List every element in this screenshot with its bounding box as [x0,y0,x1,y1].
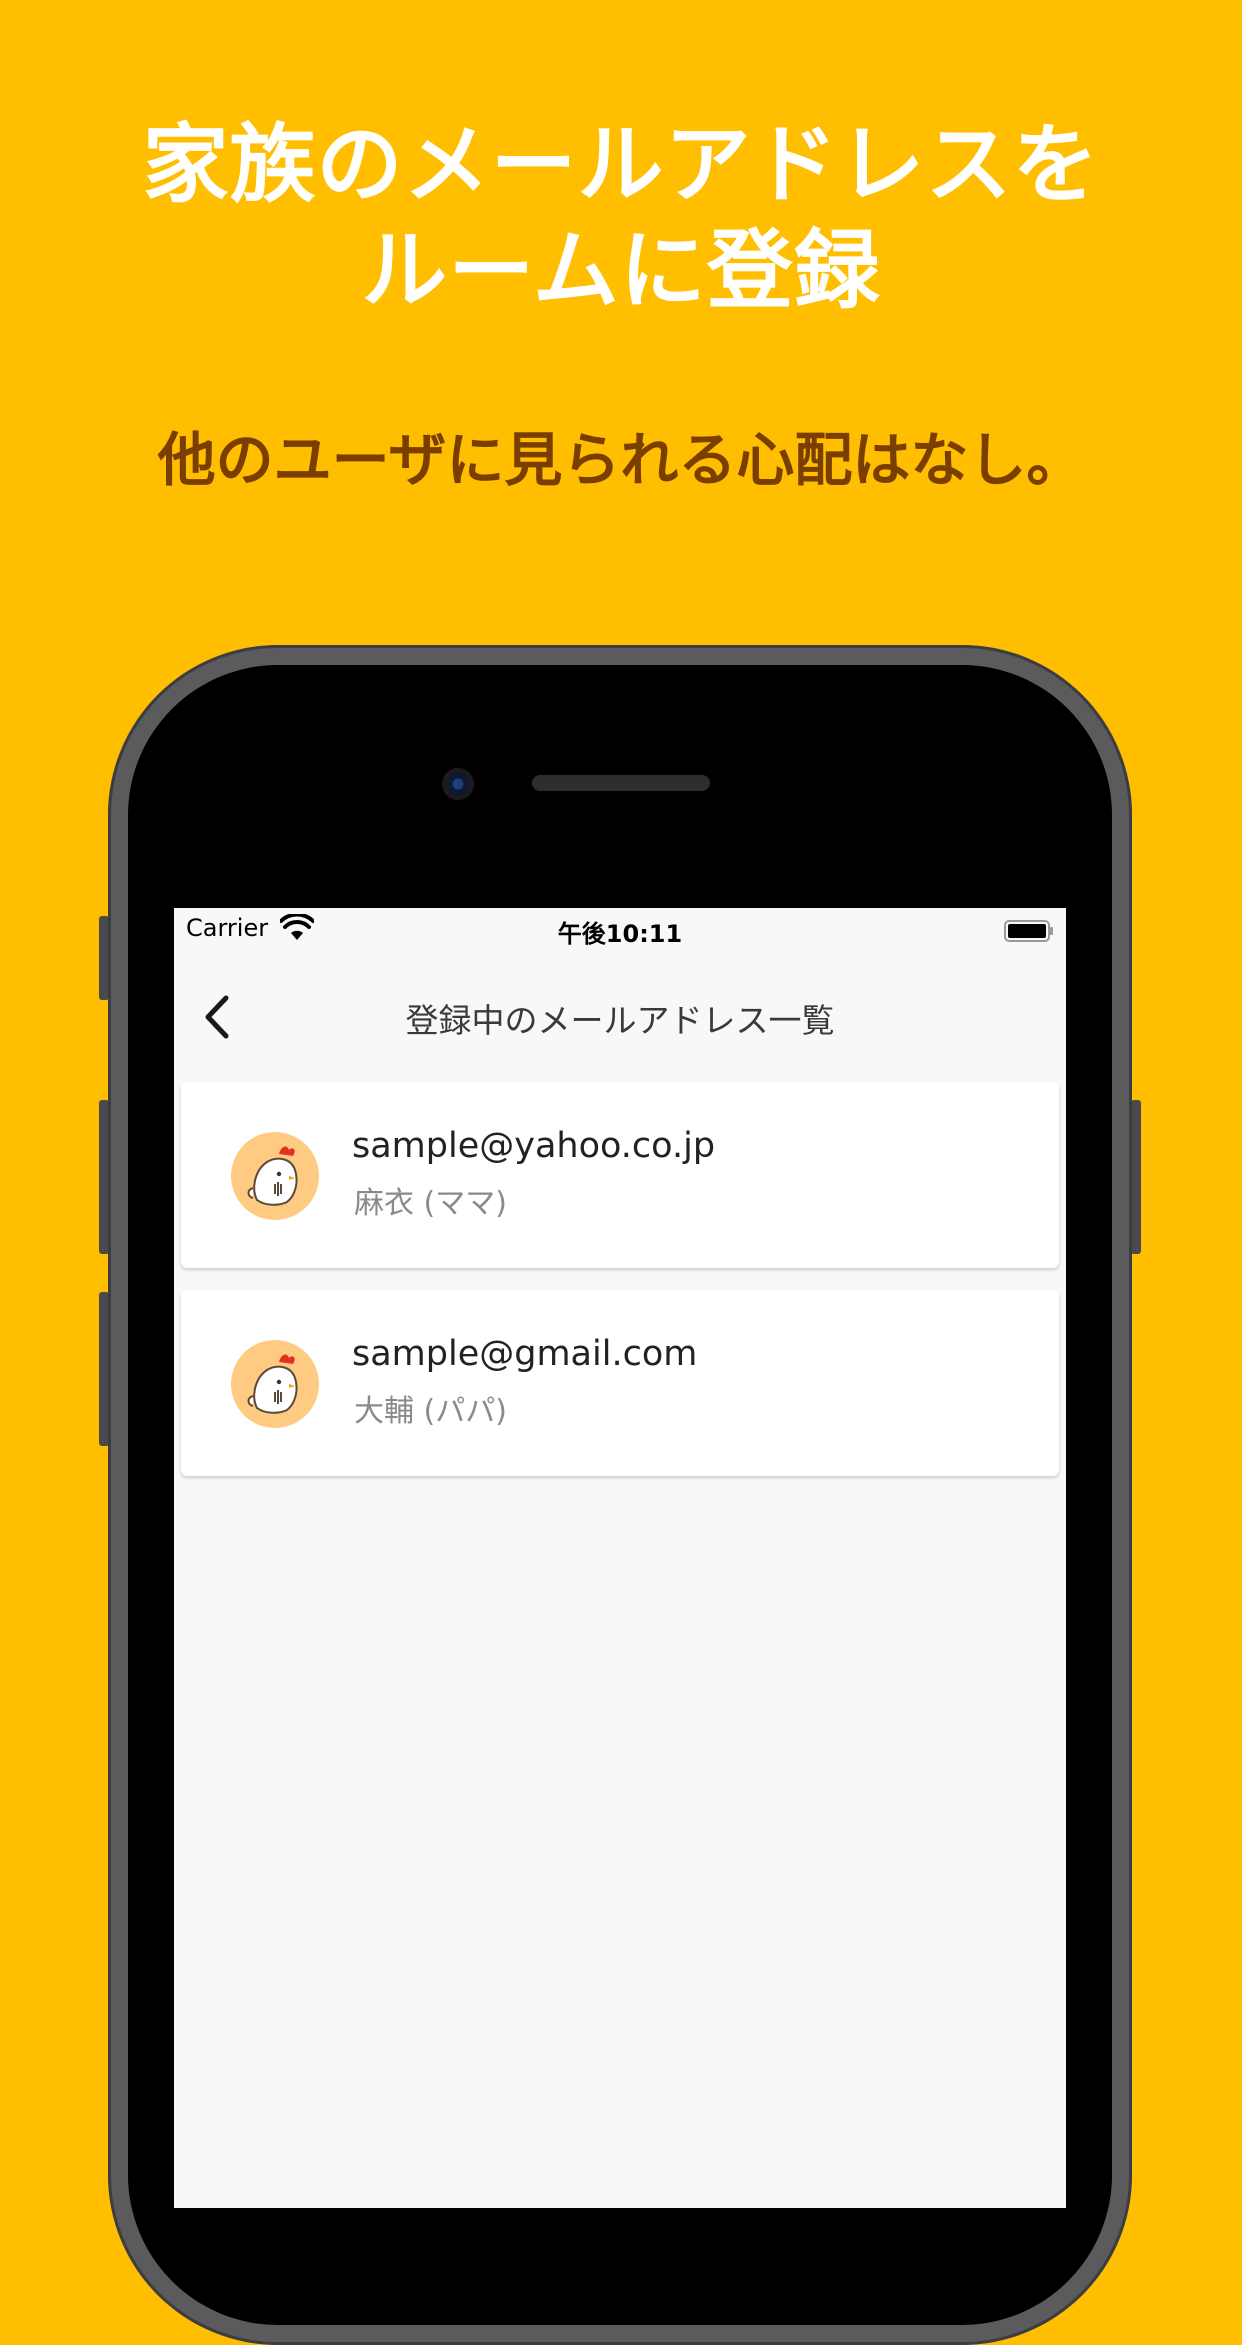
contact-name: 大輔 (パパ) [354,1394,507,1429]
phone-power-button [1131,1100,1141,1254]
promo-subheadline: 他のユーザに見られる心配はなし。 [157,426,1085,494]
phone-screen: Carrier 午後10:11 登録中のメールアドレス一覧 sample@yah… [174,908,1066,2208]
earpiece-speaker [532,775,710,791]
status-time: 午後10:11 [557,920,683,948]
promo-headline-line1: 家族のメールアドレスを [142,115,1100,215]
page-title: 登録中のメールアドレス一覧 [405,1001,835,1040]
contact-card[interactable]: sample@gmail.com 大輔 (パパ) [181,1290,1059,1476]
battery-icon [1004,920,1053,942]
contact-email: sample@yahoo.co.jp [352,1126,716,1166]
chicken-avatar-icon [231,1132,319,1220]
promo-headline: 家族のメールアドレスを ルームに登録 [0,112,1242,324]
contact-card[interactable]: sample@yahoo.co.jp 麻衣 (ママ) [181,1082,1059,1268]
contact-name: 麻衣 (ママ) [354,1186,507,1221]
navigation-bar: 登録中のメールアドレス一覧 [174,954,1066,1068]
chicken-avatar-icon [231,1340,319,1428]
front-camera-icon [442,768,474,800]
promo-headline-line2: ルームに登録 [361,221,881,321]
status-bar: Carrier 午後10:11 [174,908,1066,954]
contact-email: sample@gmail.com [352,1334,698,1374]
